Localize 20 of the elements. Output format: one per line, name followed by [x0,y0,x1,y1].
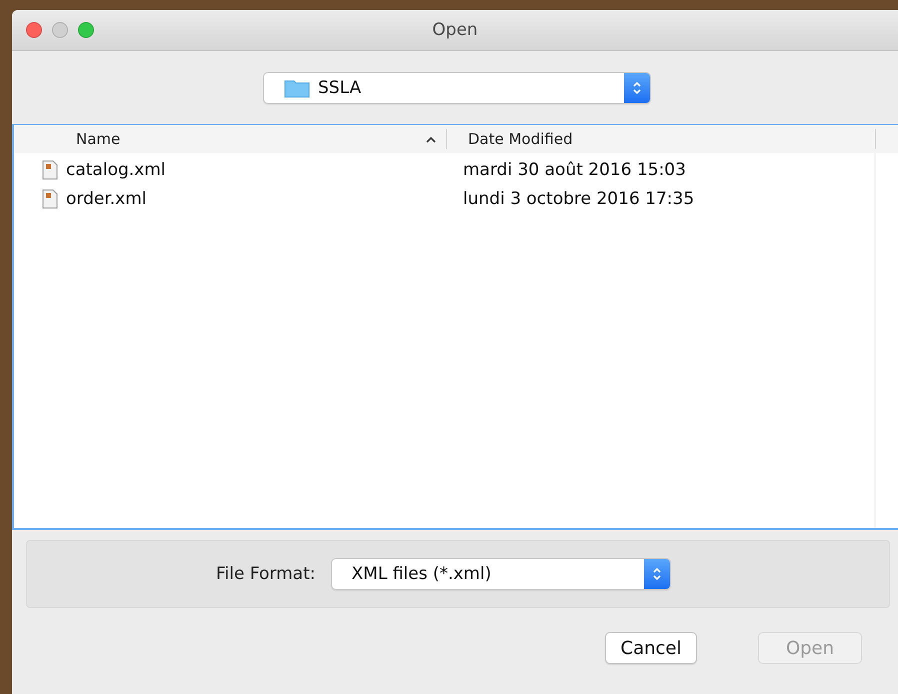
column-header[interactable]: Name [14,129,447,149]
stepper-icon [632,80,642,96]
folder-icon [284,78,310,98]
date-modified: mardi 30 août 2016 15:03 [462,160,686,180]
window-title: Open [432,20,478,40]
close-icon[interactable] [26,22,42,38]
file-name[interactable]: order.xml [66,188,147,208]
column-header[interactable]: Date Modified [447,129,876,149]
cancel-button[interactable]: Cancel [605,632,697,664]
stepper-icon [652,566,662,582]
folder-popup[interactable]: SSLA [263,72,651,104]
format-label: File Format: [216,564,316,584]
zoom-icon[interactable] [78,22,94,38]
file-name[interactable]: catalog.xml [66,160,166,180]
sort-caret-icon [426,136,436,142]
document-icon [42,160,58,180]
format-popup[interactable]: XML files (*.xml) [330,558,670,590]
document-icon [42,188,58,208]
minimize-icon [52,22,68,38]
date-modified: lundi 3 octobre 2016 17:35 [462,188,694,208]
